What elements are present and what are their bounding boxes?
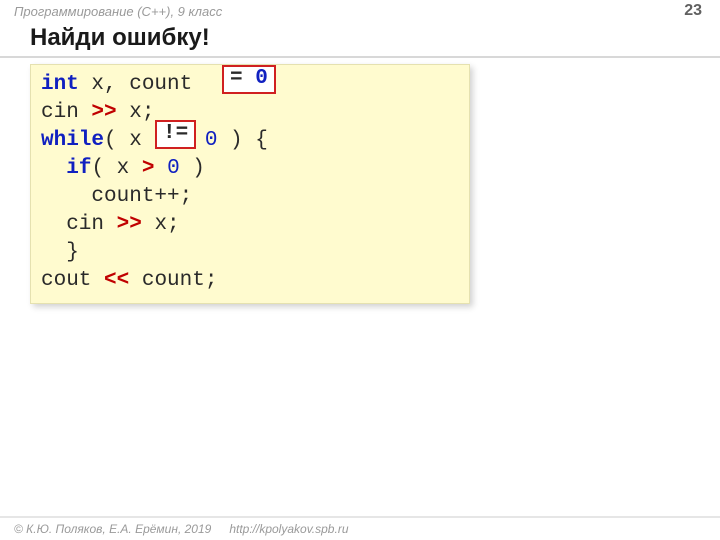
op-insert: << [104, 269, 129, 292]
fix-zero: 0 [255, 67, 268, 90]
code-line-6: cin >> x; [41, 211, 459, 239]
code-block: int x, count ; cin >> x; while( x 0 ) { … [30, 64, 470, 304]
kw-if: if [66, 157, 91, 180]
code-line-3: while( x 0 ) { [41, 127, 459, 155]
footer-url: http://kpolyakov.spb.ru [229, 522, 348, 536]
code-l6-a: cin [41, 213, 117, 236]
footer-bar: © К.Ю. Поляков, Е.А. Ерёмин, 2019 http:/… [0, 516, 720, 540]
code-line-8: cout << count; [41, 267, 459, 295]
title-underline [0, 56, 720, 58]
fix-init-zero: = 0 [222, 65, 276, 94]
code-l3-b: ) { [217, 129, 267, 152]
fix-not-equal: != [155, 120, 196, 149]
code-l6-b: x; [142, 213, 180, 236]
kw-while: while [41, 129, 104, 152]
code-l4-b: ) [180, 157, 205, 180]
header-bar: Программирование (C++), 9 класс 23 [0, 0, 720, 22]
kw-int: int [41, 73, 79, 96]
code-l4-pad [41, 157, 66, 180]
op-extract-2: >> [117, 213, 142, 236]
course-label: Программирование (C++), 9 класс [14, 4, 222, 19]
code-line-7: } [41, 239, 459, 267]
op-extract: >> [91, 101, 116, 124]
code-l2-a: cin [41, 101, 91, 124]
page-number: 23 [684, 2, 702, 20]
fix-eq: = [230, 67, 255, 90]
num-zero-1: 0 [205, 129, 218, 152]
code-line-5: count++; [41, 183, 459, 211]
code-line-2: cin >> x; [41, 99, 459, 127]
code-l1-rest: x, count ; [79, 73, 243, 96]
copyright: © К.Ю. Поляков, Е.А. Ерёмин, 2019 [14, 522, 211, 536]
code-l4-a: ( x [91, 157, 141, 180]
page-title: Найди ошибку! [30, 24, 210, 52]
num-zero-2: 0 [167, 157, 180, 180]
code-l4-sp [154, 157, 167, 180]
code-line-4: if( x > 0 ) [41, 155, 459, 183]
code-l8-a: cout [41, 269, 104, 292]
op-gt: > [142, 157, 155, 180]
code-l8-b: count; [129, 269, 217, 292]
code-l2-b: x; [117, 101, 155, 124]
